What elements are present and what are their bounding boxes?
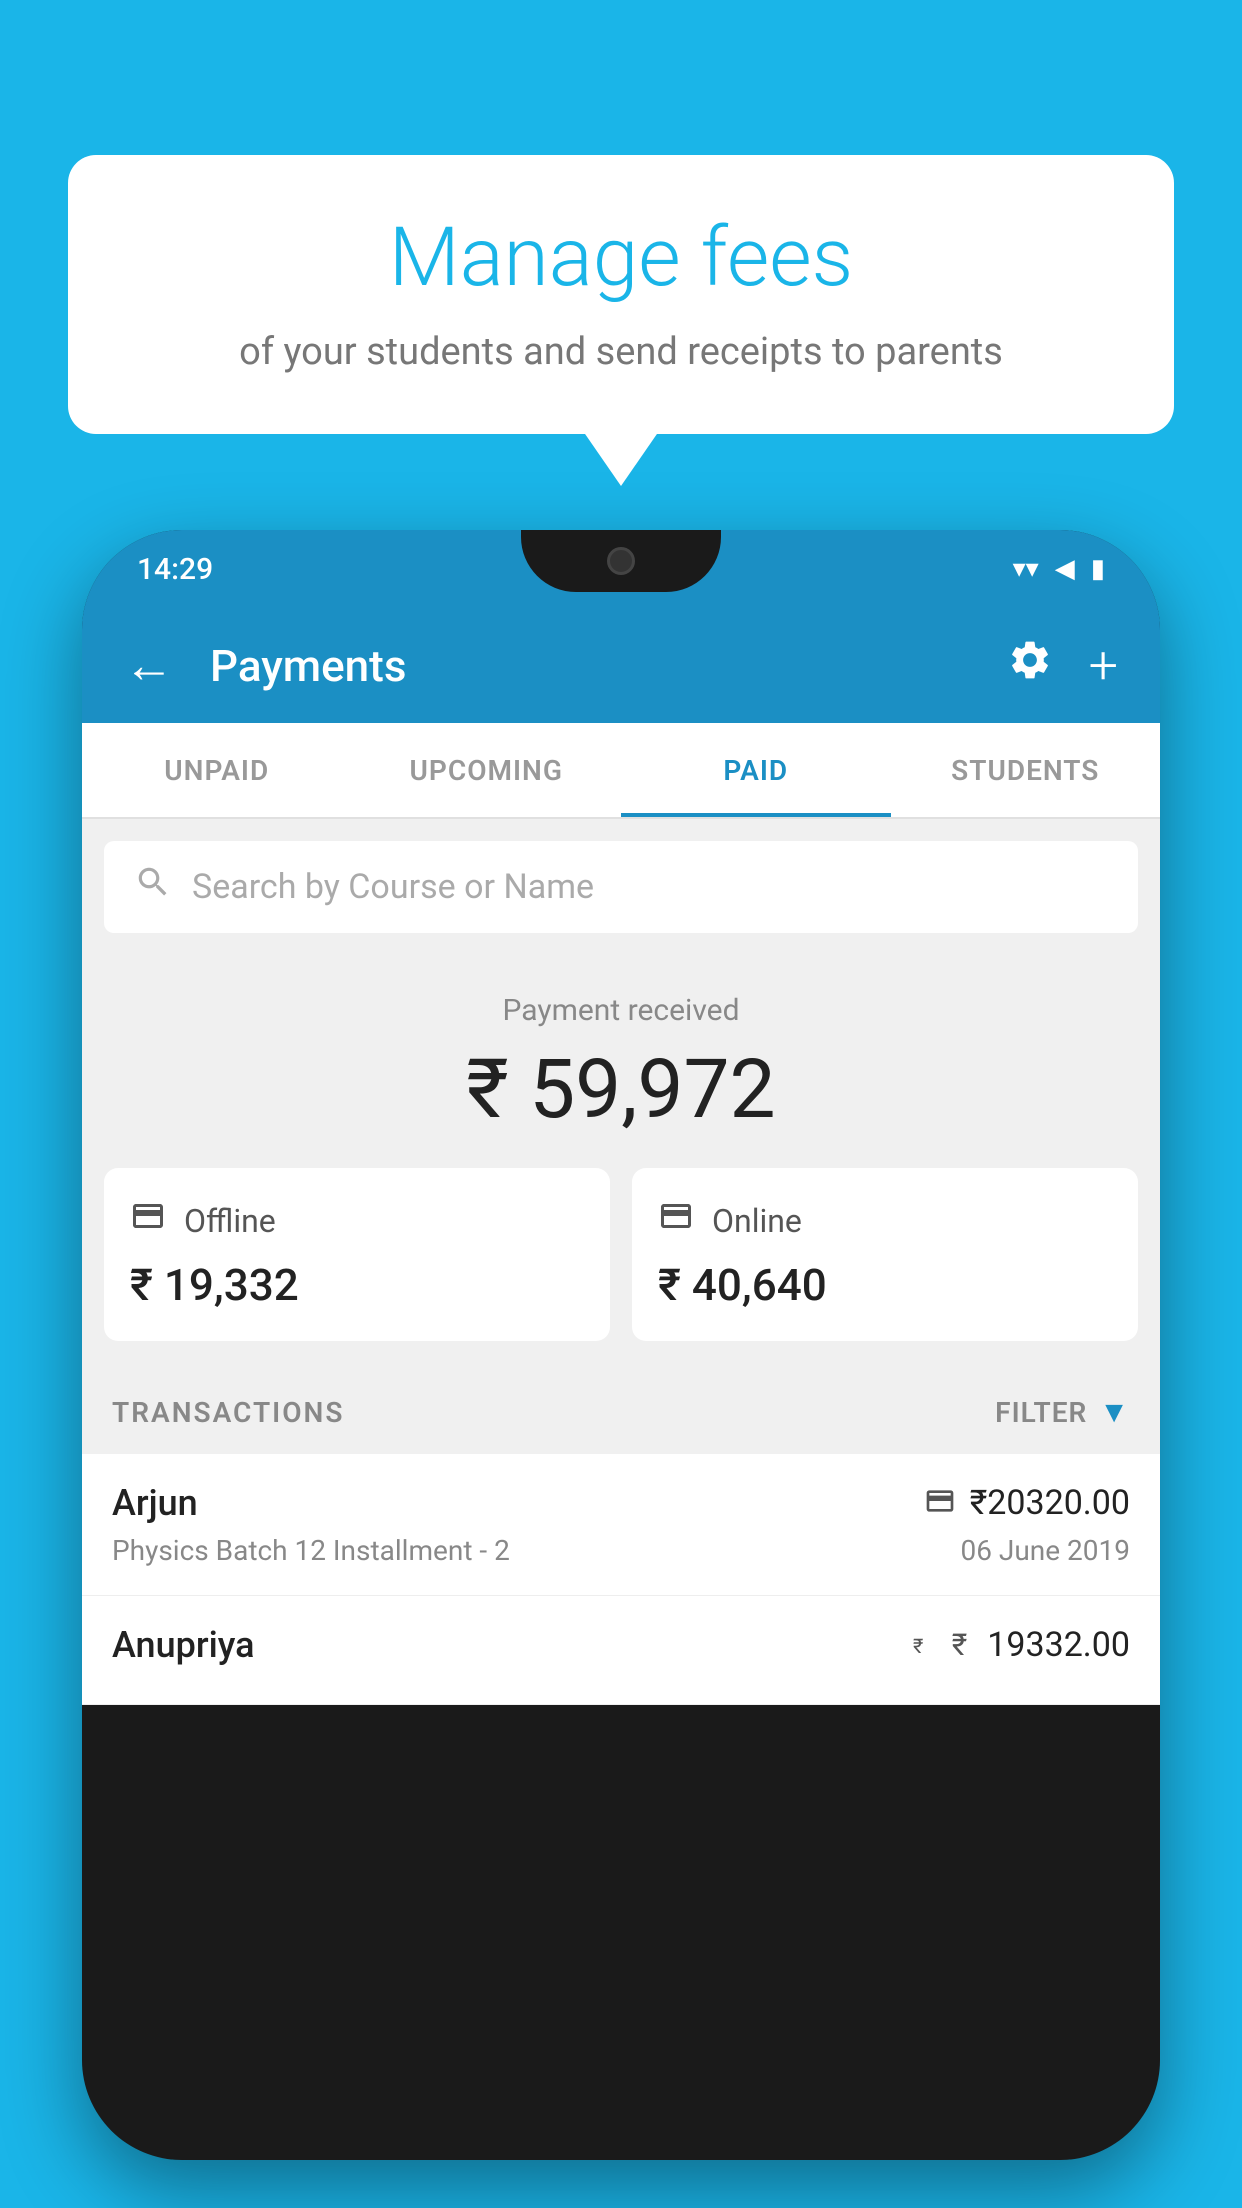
transactions-header: TRANSACTIONS FILTER ▼ (82, 1371, 1160, 1454)
phone-notch (521, 530, 721, 592)
transaction-amount-container: ₹20320.00 (924, 1483, 1130, 1523)
app-bar-actions: + (1007, 635, 1118, 696)
rupee-symbol-anupriya: ₹ (952, 1628, 968, 1663)
offline-amount: ₹ 19,332 (130, 1259, 584, 1311)
speech-bubble: Manage fees of your students and send re… (68, 155, 1174, 434)
offline-payment-card: Offline ₹ 19,332 (104, 1168, 610, 1341)
transaction-desc-arjun: Physics Batch 12 Installment - 2 (112, 1534, 510, 1567)
phone-screen: Search by Course or Name Payment receive… (82, 819, 1160, 1705)
signal-icon: ◀ (1055, 554, 1075, 584)
speech-bubble-container: Manage fees of your students and send re… (68, 155, 1174, 434)
add-button[interactable]: + (1089, 635, 1118, 696)
transaction-amount-container-2: ₹ ₹ 19332.00 (908, 1625, 1130, 1665)
tab-paid[interactable]: PAID (621, 723, 891, 817)
online-payment-card: Online ₹ 40,640 (632, 1168, 1138, 1341)
transaction-date-arjun: 06 June 2019 (960, 1534, 1130, 1567)
offline-icon (130, 1198, 166, 1243)
tab-bar: UNPAID UPCOMING PAID STUDENTS (82, 723, 1160, 819)
card-payment-icon (924, 1485, 956, 1521)
online-card-header: Online (658, 1198, 1112, 1243)
offline-card-header: Offline (130, 1198, 584, 1243)
status-icons: ▾▾ ◀ ▮ (1013, 554, 1105, 584)
payment-total-amount: ₹ 59,972 (82, 1042, 1160, 1138)
online-label: Online (712, 1202, 802, 1240)
phone-container: 14:29 ▾▾ ◀ ▮ ← Payments + (82, 530, 1160, 2208)
back-button[interactable]: ← (124, 636, 174, 695)
payment-received-section: Payment received ₹ 59,972 (82, 955, 1160, 1168)
transaction-name-arjun: Arjun (112, 1482, 198, 1524)
phone-frame: 14:29 ▾▾ ◀ ▮ ← Payments + (82, 530, 1160, 2160)
filter-icon: ▼ (1099, 1395, 1130, 1430)
transaction-name-anupriya: Anupriya (112, 1624, 255, 1666)
transaction-amount-arjun: ₹20320.00 (970, 1483, 1130, 1523)
offline-label: Offline (184, 1202, 276, 1240)
filter-button[interactable]: FILTER ▼ (995, 1395, 1130, 1430)
speech-bubble-title: Manage fees (128, 210, 1114, 306)
battery-icon: ▮ (1091, 554, 1105, 584)
status-bar: 14:29 ▾▾ ◀ ▮ (82, 530, 1160, 608)
transaction-row-top: Arjun ₹20320.00 (112, 1482, 1130, 1524)
tab-upcoming[interactable]: UPCOMING (352, 723, 622, 817)
transactions-label: TRANSACTIONS (112, 1396, 344, 1429)
tab-students[interactable]: STUDENTS (891, 723, 1161, 817)
search-icon (134, 863, 172, 911)
transaction-row-top-2: Anupriya ₹ ₹ 19332.00 (112, 1624, 1130, 1666)
settings-icon[interactable] (1007, 637, 1053, 695)
transaction-amount-anupriya: 19332.00 (987, 1625, 1130, 1665)
online-icon (658, 1198, 694, 1243)
transaction-row[interactable]: Arjun ₹20320.00 Physics Batch 12 Install… (82, 1454, 1160, 1596)
online-amount: ₹ 40,640 (658, 1259, 1112, 1311)
transaction-row[interactable]: Anupriya ₹ ₹ 19332.00 (82, 1596, 1160, 1705)
status-time: 14:29 (137, 552, 213, 587)
search-container[interactable]: Search by Course or Name (104, 841, 1138, 933)
app-bar-title: Payments (210, 640, 971, 692)
tab-unpaid[interactable]: UNPAID (82, 723, 352, 817)
payment-cards: Offline ₹ 19,332 Online ₹ 40,640 (82, 1168, 1160, 1371)
payment-received-label: Payment received (82, 993, 1160, 1028)
filter-label: FILTER (995, 1396, 1087, 1429)
app-bar: ← Payments + (82, 608, 1160, 723)
wifi-icon: ▾▾ (1013, 554, 1039, 584)
speech-bubble-subtitle: of your students and send receipts to pa… (128, 330, 1114, 374)
svg-text:₹: ₹ (913, 1634, 923, 1658)
search-placeholder: Search by Course or Name (192, 867, 594, 907)
transaction-row-bottom: Physics Batch 12 Installment - 2 06 June… (112, 1534, 1130, 1567)
camera-dot (607, 547, 635, 575)
rupee-payment-icon: ₹ (908, 1628, 938, 1662)
